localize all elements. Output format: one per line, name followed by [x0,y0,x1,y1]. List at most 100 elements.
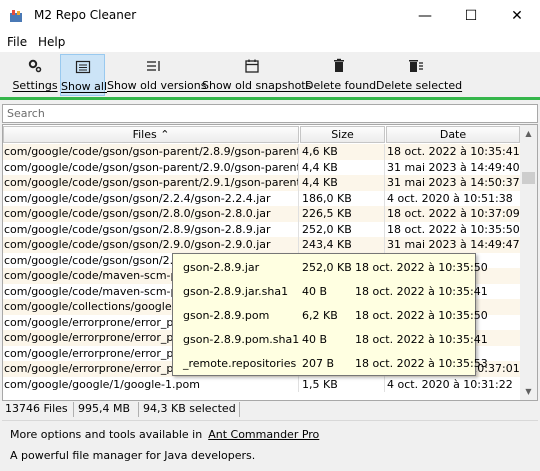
toolbar: Settings Show all Show old versions Show… [0,52,540,98]
cell-file: com/google/code/gson/gson-parent/2.9.0/g… [4,159,299,175]
cell-file: com/google/code/gson/gson/2.9.0/gson-2.9… [4,237,299,253]
table-row[interactable]: com/google/code/gson/gson/2.8.9/gson-2.8… [3,221,521,237]
promo-line: More options and tools available in Ant C… [10,428,319,441]
scroll-up-arrow-icon[interactable]: ▲ [520,125,537,142]
tooltip-file-size: 40 B [302,333,328,346]
cell-date: 4 oct. 2020 à 10:31:22 [387,377,513,391]
progress-line [0,97,540,100]
status-total-size: 995,4 MB [75,402,139,417]
tooltip-file-name: gson-2.8.9.jar.sha1 [183,285,289,298]
scroll-thumb[interactable] [522,172,535,184]
column-header-files[interactable]: Files ⌃ [3,126,299,143]
tooltip-file-name: _remote.repositories [183,357,297,370]
cell-date: 31 mai 2023 à 14:49:47 [387,238,520,251]
cell-size: 243,4 KB [301,237,385,253]
trash-list-icon [409,60,423,72]
show-all-button[interactable]: Show all [60,54,108,96]
cell-file: com/google/google/1/google-1.pom [4,376,299,392]
tooltip-row: gson-2.8.9.jar.sha1 40 B 18 oct. 2022 à 10… [173,279,488,303]
tooltip-row: gson-2.8.9.pom.sha1 40 B 18 oct. 2022 à 10… [173,327,488,351]
calendar-icon [245,59,259,73]
promo-link[interactable]: Ant Commander Pro [208,428,319,441]
title-bar: M2 Repo Cleaner — ☐ ✕ [0,0,540,32]
cell-date: 18 oct. 2022 à 10:35:41 [387,145,520,158]
tooltip-file-date: 18 oct. 2022 à 10:35:50 [355,261,488,274]
tooltip-file-size: 252,0 KB [302,261,352,274]
list-icon [75,60,90,74]
cell-file: com/google/code/gson/gson-parent/2.9.1/g… [4,175,299,191]
table-row[interactable]: com/google/code/gson/gson-parent/2.9.0/g… [3,159,521,175]
file-details-tooltip: gson-2.8.9.jar 252,0 KB 18 oct. 2022 à 10:… [172,253,488,376]
tooltip-row: gson-2.8.9.jar 252,0 KB 18 oct. 2022 à 10:… [173,255,488,279]
menu-help[interactable]: Help [38,35,65,49]
delete-found-label: Delete found [305,79,377,92]
cell-size: 4,4 KB [301,159,385,175]
column-header-size[interactable]: Size [300,126,385,143]
tooltip-file-date: 18 oct. 2022 à 10:35:41 [355,285,488,298]
cell-size: 226,5 KB [301,206,385,222]
promo-panel: More options and tools available in Ant C… [2,420,538,468]
cell-date: 18 oct. 2022 à 10:35:50 [387,222,520,236]
cell-date: 4 oct. 2020 à 10:51:38 [387,191,513,205]
table-row[interactable]: com/google/google/1/google-1.pom 1,5 KB 4 … [3,376,521,392]
tooltip-file-date: 18 oct. 2022 à 10:35:50 [355,309,488,322]
app-icon [10,10,22,22]
vertical-scrollbar[interactable]: ▲ ▼ [520,125,537,400]
tooltip-file-date: 18 oct. 2022 à 10:35:41 [355,333,488,346]
tooltip-row: _remote.repositories 207 B 18 oct. 2022 à … [173,351,488,375]
status-bar: 13746 Files 995,4 MB 94,3 KB selected [2,401,538,417]
table-row[interactable]: com/google/code/gson/gson/2.2.4/gson-2.2… [3,190,521,206]
settings-button[interactable]: Settings [10,54,60,96]
show-old-snapshots-button[interactable]: Show old snapshots [202,54,312,96]
cell-date: 31 mai 2023 à 14:49:40 [387,160,520,174]
minimize-button[interactable]: — [402,0,448,32]
table-row[interactable]: com/google/code/gson/gson-parent/2.8.9/g… [3,144,521,160]
promo-text: More options and tools available in [10,428,203,441]
table-row[interactable]: com/google/code/gson/gson/2.9.0/gson-2.9… [3,237,521,253]
maximize-button[interactable]: ☐ [448,0,494,32]
cell-date: 31 mai 2023 à 14:50:37 [387,176,520,189]
cell-file: com/google/code/gson/gson/2.8.9/gson-2.8… [4,221,299,237]
cell-file: com/google/code/gson/gson/2.2.4/gson-2.2… [4,190,299,206]
cell-size: 1,5 KB [301,376,385,392]
cell-file: com/google/code/gson/gson/2.8.0/gson-2.8… [4,206,299,222]
close-button[interactable]: ✕ [494,0,540,32]
show-old-versions-label: Show old versions [107,79,207,92]
cell-size: 4,6 KB [301,144,385,160]
tooltip-file-size: 40 B [302,285,328,298]
tooltip-file-size: 207 B [302,357,335,370]
cell-file: com/google/code/gson/gson-parent/2.8.9/g… [4,144,299,160]
tooltip-file-size: 6,2 KB [302,309,338,322]
delete-selected-label: Delete selected [376,79,463,92]
menu-bar: File Help [0,32,540,52]
delete-found-button[interactable]: Delete found [305,54,377,96]
tooltip-file-name: gson-2.8.9.jar [183,261,260,274]
tooltip-file-date: 18 oct. 2022 à 10:35:53 [355,357,488,370]
promo-description: A powerful file manager for Java develop… [10,449,256,462]
tooltip-row: gson-2.8.9.pom 6,2 KB 18 oct. 2022 à 10:35… [173,303,488,327]
settings-label: Settings [12,79,58,92]
cell-size: 252,0 KB [301,221,385,237]
status-file-count: 13746 Files [2,402,74,417]
delete-selected-button[interactable]: Delete selected [376,54,463,96]
tooltip-file-name: gson-2.8.9.pom.sha1 [183,333,300,346]
tooltip-file-name: gson-2.8.9.pom [183,309,270,322]
cell-size: 4,4 KB [301,175,385,191]
search-input[interactable]: Search [2,104,538,123]
cell-size: 186,0 KB [301,190,385,206]
table-header: Files ⌃ Size Date [3,125,521,144]
gear-icon [28,59,42,73]
show-old-versions-button[interactable]: Show old versions [107,54,207,96]
table-row[interactable]: com/google/code/gson/gson/2.8.0/gson-2.8… [3,206,521,222]
cell-date: 18 oct. 2022 à 10:37:09 [387,207,520,220]
column-header-date[interactable]: Date [386,126,520,143]
versions-icon [147,61,160,71]
table-row[interactable]: com/google/code/gson/gson-parent/2.9.1/g… [3,175,521,191]
scroll-down-arrow-icon[interactable]: ▼ [520,383,537,400]
trash-icon [334,58,344,72]
show-old-snapshots-label: Show old snapshots [202,79,312,92]
menu-file[interactable]: File [7,35,27,49]
status-selected: 94,3 KB selected [140,402,240,417]
show-all-label: Show all [61,80,108,93]
window-title: M2 Repo Cleaner [34,8,137,22]
